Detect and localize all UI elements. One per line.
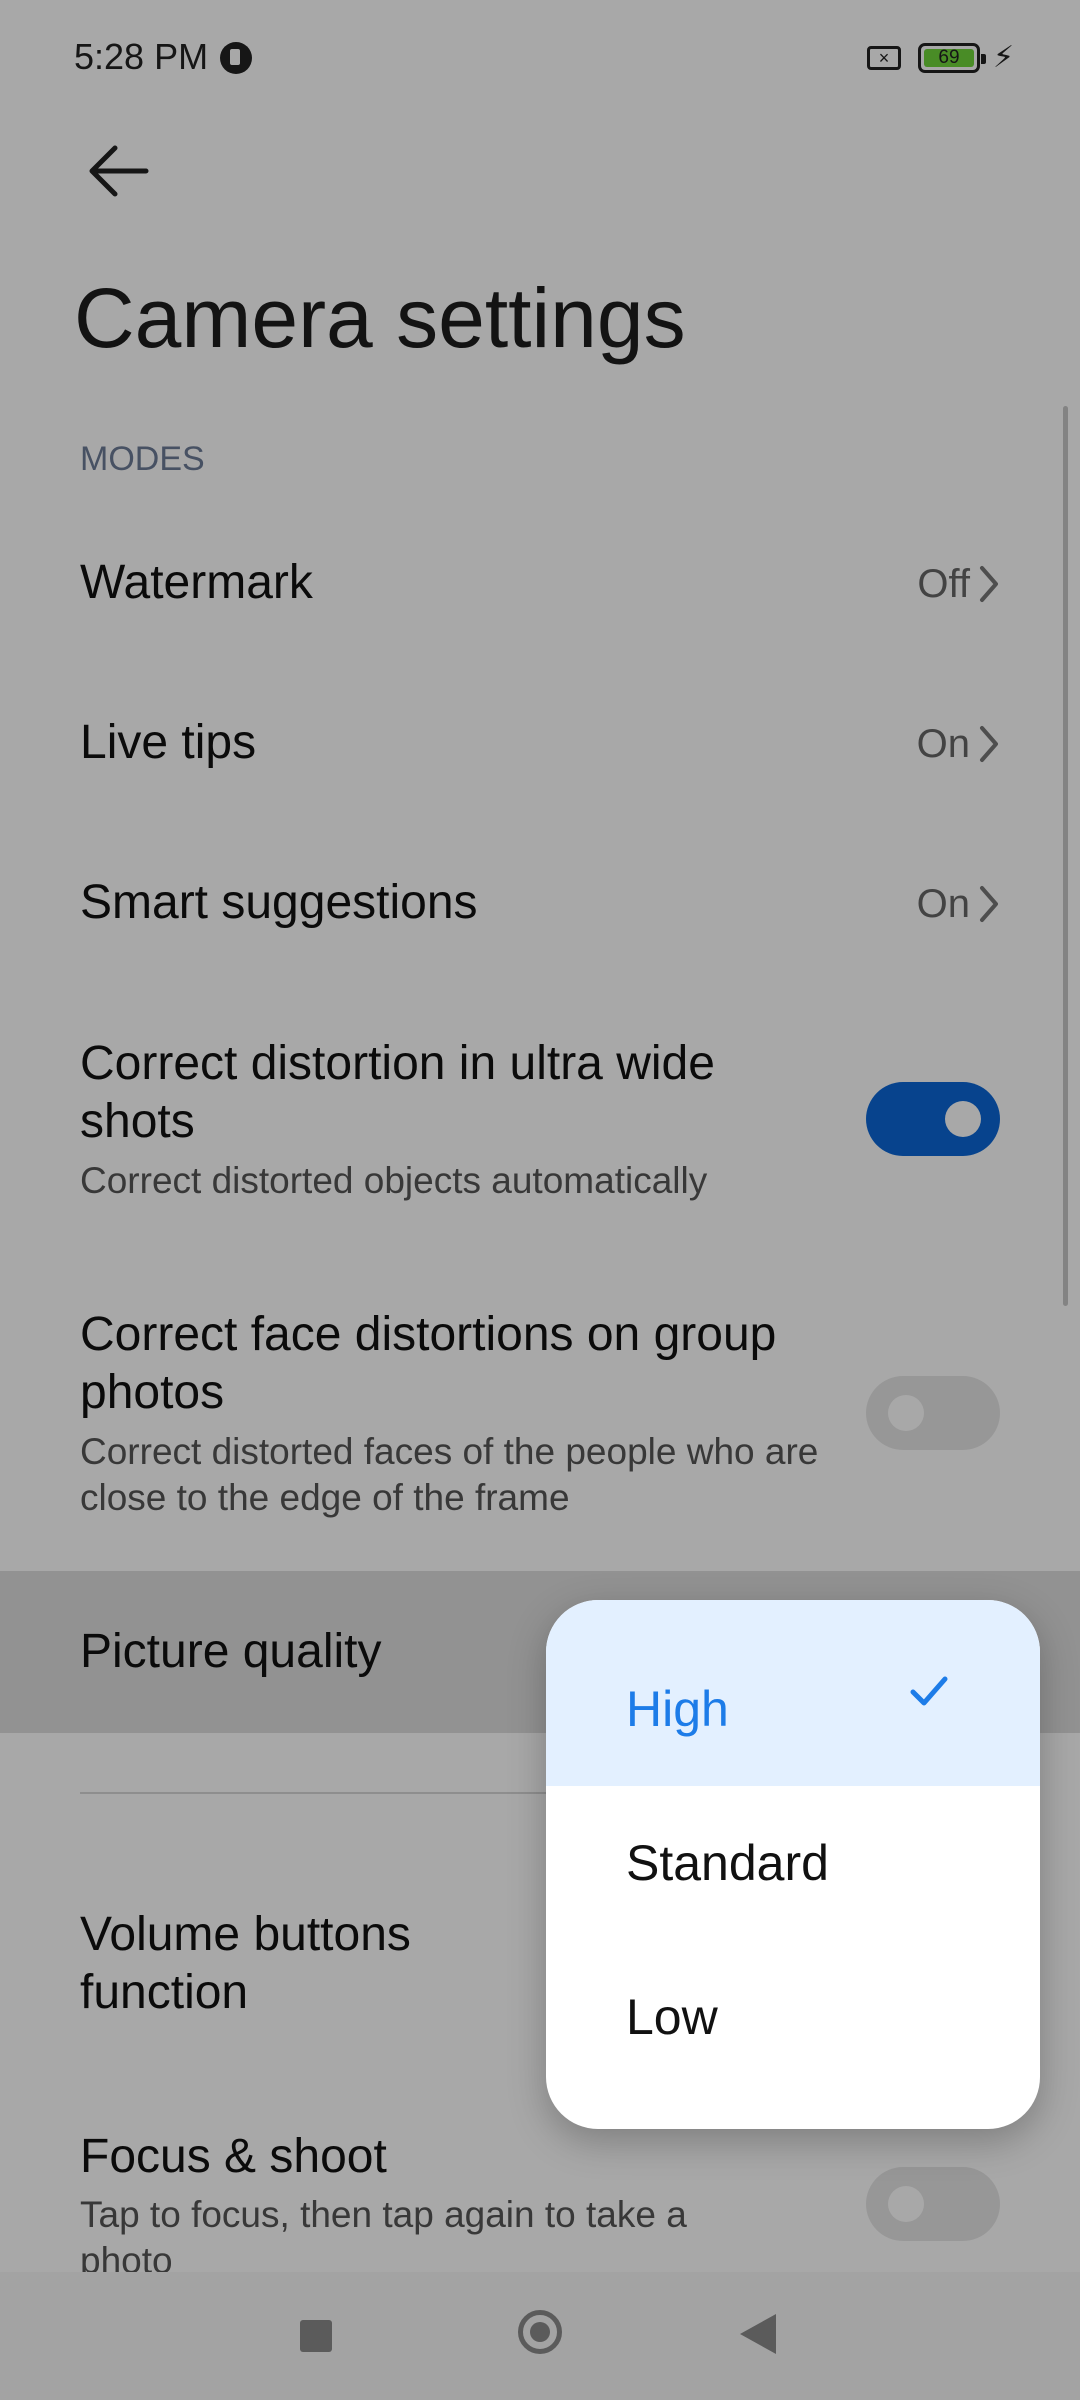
battery-level: 69 [924,48,974,67]
charging-bolt-icon: ⚡ [993,41,1015,74]
toggle-knob [888,1395,924,1431]
battery-icon: 69 [918,43,986,73]
focus-shoot-setting[interactable]: Focus & shoot Tap to focus, then tap aga… [0,2115,1080,2275]
correct-distortion-label: Correct distortion in ultra wide shots [80,1037,715,1148]
correct-distortion-setting[interactable]: Correct distortion in ultra wide shots C… [0,1020,1080,1230]
home-button[interactable] [518,2310,562,2354]
face-distortion-description: Correct distorted faces of the people wh… [80,1431,819,1518]
page-title: Camera settings [74,271,686,365]
section-modes-header: MODES [80,440,205,478]
quality-option-high[interactable]: High [546,1600,1040,1786]
focus-shoot-description: Tap to focus, then tap again to take a p… [80,2194,687,2275]
quality-option-label: Low [626,1989,718,2045]
quality-option-low[interactable]: Low [546,1940,1040,2094]
no-sim-icon: × [867,46,901,70]
chevron-right-icon [980,726,998,762]
smart-suggestions-value: On [916,882,970,926]
system-back-button[interactable] [740,2314,776,2354]
live-tips-setting[interactable]: Live tips On [0,680,1080,806]
volume-buttons-label: Volume buttons function [80,1908,411,2019]
correct-distortion-toggle[interactable] [866,1082,1000,1156]
quality-option-standard[interactable]: Standard [546,1786,1040,1940]
face-distortion-label: Correct face distortions on group photos [80,1308,777,1419]
smart-suggestions-label: Smart suggestions [80,876,478,929]
live-tips-label: Live tips [80,716,257,769]
watermark-label: Watermark [80,556,313,609]
status-time: 5:28 PM [74,36,209,77]
scroll-indicator [1063,406,1068,1306]
face-distortion-setting[interactable]: Correct face distortions on group photos… [0,1291,1080,1541]
quality-option-label: High [626,1681,729,1737]
smart-suggestions-setting[interactable]: Smart suggestions On [0,840,1080,966]
system-navigation-bar [0,2272,1080,2400]
back-arrow-icon[interactable] [82,138,154,204]
picture-quality-label: Picture quality [80,1625,382,1678]
watermark-setting[interactable]: Watermark Off [0,520,1080,646]
live-tips-value: On [916,722,970,766]
recent-apps-button[interactable] [300,2320,332,2352]
focus-shoot-label: Focus & shoot [80,2130,387,2183]
chevron-right-icon [980,566,998,602]
face-distortion-toggle[interactable] [866,1376,1000,1450]
app-notification-icon [220,42,252,74]
toggle-knob [888,2186,924,2222]
focus-shoot-toggle[interactable] [866,2167,1000,2241]
toggle-knob [945,1101,981,1137]
picture-quality-menu: High Standard Low [546,1600,1040,2129]
check-icon [910,1676,948,1706]
correct-distortion-description: Correct distorted objects automatically [80,1160,708,1201]
chevron-right-icon [980,886,998,922]
watermark-value: Off [917,562,970,606]
quality-option-label: Standard [626,1835,829,1891]
